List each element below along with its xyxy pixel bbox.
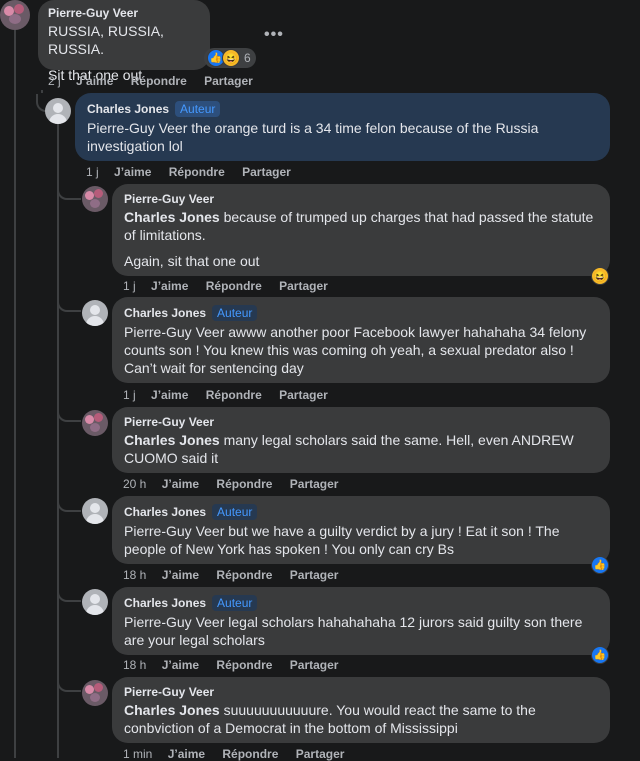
reply-bubble: Pierre-Guy Veer Charles Jones because of… xyxy=(112,184,610,276)
like-button[interactable]: J’aime xyxy=(151,388,188,402)
like-reaction-icon: 👍 xyxy=(591,646,609,664)
reply-author[interactable]: Charles Jones xyxy=(124,596,206,610)
thread-connector xyxy=(57,678,81,692)
reply-actions: 20 h J’aime Répondre Partager xyxy=(123,477,352,491)
thread-line xyxy=(14,30,16,758)
avatar[interactable] xyxy=(82,186,108,212)
share-button[interactable]: Partager xyxy=(279,388,328,402)
author-badge: Auteur xyxy=(175,101,221,117)
thread-connector xyxy=(57,588,81,602)
reply-bubble: Charles Jones Auteur Pierre-Guy Veer lega… xyxy=(112,587,610,655)
avatar[interactable] xyxy=(82,589,108,615)
like-button[interactable]: J’aime xyxy=(76,74,113,88)
reply-actions: 1 j J’aime Répondre Partager xyxy=(123,388,342,402)
comment-time[interactable]: 2 j xyxy=(48,74,61,88)
avatar[interactable] xyxy=(82,498,108,524)
reaction-summary[interactable]: 😆 xyxy=(588,266,612,286)
reply-time[interactable]: 1 j xyxy=(123,388,136,402)
avatar[interactable] xyxy=(0,0,30,30)
reply-time[interactable]: 1 j xyxy=(86,165,99,179)
share-button[interactable]: Partager xyxy=(290,568,339,582)
reply-actions: 18 h J’aime Répondre Partager xyxy=(123,658,352,672)
reply-button[interactable]: Répondre xyxy=(169,165,225,179)
author-badge: Auteur xyxy=(212,595,258,611)
reply-actions: 18 h J’aime Répondre Partager xyxy=(123,568,352,582)
reply-bubble: Charles Jones Auteur Pierre-Guy Veer awww… xyxy=(112,297,610,383)
reply-author[interactable]: Charles Jones xyxy=(124,306,206,320)
reply-author[interactable]: Charles Jones xyxy=(124,505,206,519)
reply-button[interactable]: Répondre xyxy=(206,388,262,402)
reply-button[interactable]: Répondre xyxy=(206,279,262,293)
like-button[interactable]: J’aime xyxy=(168,747,205,761)
haha-reaction-icon: 😆 xyxy=(222,49,240,67)
reply-bubble: Pierre-Guy Veer Charles Jones suuuuuuuuu… xyxy=(112,677,610,743)
reply-author[interactable]: Pierre-Guy Veer xyxy=(124,685,598,699)
like-reaction-icon: 👍 xyxy=(591,556,609,574)
reply-time[interactable]: 20 h xyxy=(123,477,146,491)
like-button[interactable]: J’aime xyxy=(114,165,151,179)
share-button[interactable]: Partager xyxy=(242,165,291,179)
reply-text: Pierre-Guy Veer awww another poor Facebo… xyxy=(124,324,587,376)
thread-connector xyxy=(57,186,81,200)
reply-bubble: Pierre-Guy Veer Charles Jones many legal… xyxy=(112,407,610,473)
reaction-summary[interactable]: 👍 xyxy=(588,555,612,575)
reply-actions: 1 j J’aime Répondre Partager xyxy=(123,279,342,293)
reaction-count: 6 xyxy=(244,51,251,65)
reply-text: Pierre-Guy Veer but we have a guilty ver… xyxy=(124,523,560,557)
thread-line xyxy=(41,90,43,93)
like-button[interactable]: J’aime xyxy=(162,568,199,582)
reply-button[interactable]: Répondre xyxy=(216,568,272,582)
reply-actions: 1 j J’aime Répondre Partager xyxy=(86,165,305,179)
reply-bubble: Charles Jones Auteur Pierre-Guy Veer but … xyxy=(112,496,610,564)
thread-connector xyxy=(57,298,81,312)
author-badge: Auteur xyxy=(212,504,258,520)
mention-link[interactable]: Charles Jones xyxy=(124,432,220,448)
more-options-icon[interactable]: ••• xyxy=(264,26,284,44)
reply-author[interactable]: Pierre-Guy Veer xyxy=(124,415,598,429)
comment-bubble: Pierre-Guy Veer RUSSIA, RUSSIA, RUSSIA. … xyxy=(38,0,210,83)
comment-author[interactable]: Pierre-Guy Veer xyxy=(48,6,200,20)
reply-bubble: Charles Jones Auteur Pierre-Guy Veer the … xyxy=(75,93,610,161)
share-button[interactable]: Partager xyxy=(279,279,328,293)
reply-author[interactable]: Pierre-Guy Veer xyxy=(124,192,598,206)
haha-reaction-icon: 😆 xyxy=(591,267,609,285)
author-badge: Auteur xyxy=(212,305,258,321)
mention-link[interactable]: Charles Jones xyxy=(124,702,220,718)
reply-time[interactable]: 1 min xyxy=(123,747,152,761)
avatar[interactable] xyxy=(82,680,108,706)
share-button[interactable]: Partager xyxy=(296,747,345,761)
reaction-summary[interactable]: 👍 xyxy=(588,645,612,665)
reply-time[interactable]: 18 h xyxy=(123,568,146,582)
reaction-summary[interactable]: 👍 😆 6 xyxy=(204,48,256,68)
like-button[interactable]: J’aime xyxy=(162,477,199,491)
avatar[interactable] xyxy=(82,300,108,326)
reply-text: Charles Jones because of trumped up char… xyxy=(124,209,594,243)
reply-time[interactable]: 18 h xyxy=(123,658,146,672)
reply-button[interactable]: Répondre xyxy=(216,658,272,672)
reply-author[interactable]: Charles Jones xyxy=(87,102,169,116)
comment-text: RUSSIA, RUSSIA, RUSSIA. xyxy=(48,23,164,57)
thread-connector xyxy=(57,498,81,512)
reply-button[interactable]: Répondre xyxy=(131,74,187,88)
share-button[interactable]: Partager xyxy=(290,477,339,491)
share-button[interactable]: Partager xyxy=(290,658,339,672)
reply-time[interactable]: 1 j xyxy=(123,279,136,293)
reply-button[interactable]: Répondre xyxy=(216,477,272,491)
reply-text: Pierre-Guy Veer the orange turd is a 34 … xyxy=(87,120,539,154)
share-button[interactable]: Partager xyxy=(204,74,253,88)
reply-actions: 1 min J’aime Répondre Partager xyxy=(123,747,358,761)
like-button[interactable]: J’aime xyxy=(162,658,199,672)
reply-text: Charles Jones suuuuuuuuuuure. You would … xyxy=(124,702,536,736)
mention-link[interactable]: Charles Jones xyxy=(124,209,220,225)
reply-button[interactable]: Répondre xyxy=(222,747,278,761)
reply-thread-line xyxy=(57,124,59,758)
avatar[interactable] xyxy=(82,410,108,436)
reply-text: Charles Jones many legal scholars said t… xyxy=(124,432,574,466)
thread-connector xyxy=(57,408,81,422)
avatar[interactable] xyxy=(45,98,71,124)
comment-actions: 2 j J’aime Répondre Partager xyxy=(48,74,267,88)
reply-text: Again, sit that one out xyxy=(124,253,260,269)
reply-text: Pierre-Guy Veer legal scholars hahahahah… xyxy=(124,614,583,648)
like-button[interactable]: J’aime xyxy=(151,279,188,293)
